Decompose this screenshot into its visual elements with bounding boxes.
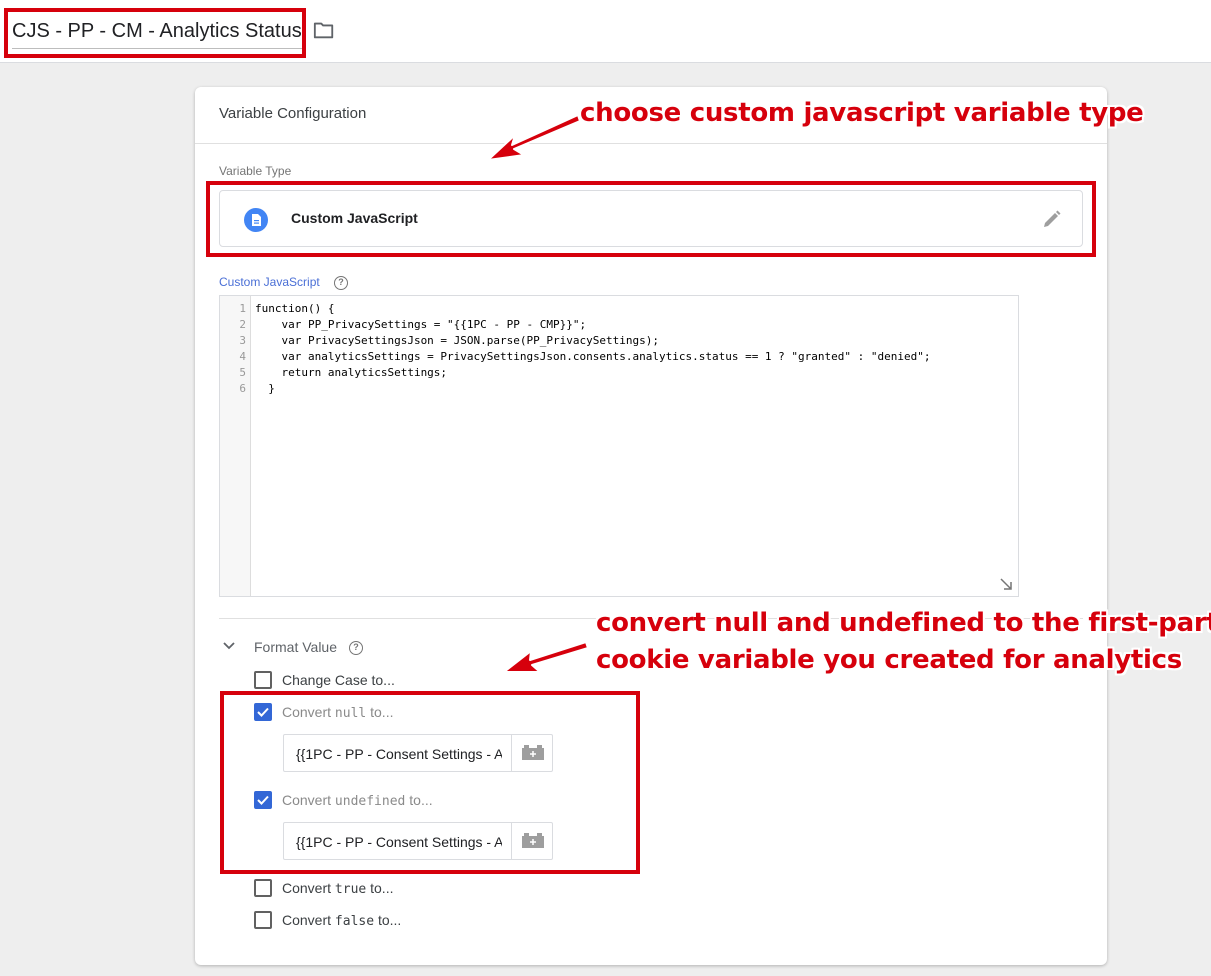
label-keyword: false (334, 914, 375, 929)
format-value-title[interactable]: Format Value (254, 639, 337, 655)
change-case-label[interactable]: Change Case to... (282, 672, 395, 688)
code-line: var PP_PrivacySettings = "{{1PC - PP - C… (255, 318, 587, 331)
help-icon[interactable]: ? (334, 276, 348, 290)
annotation-convert-line1: convert null and undefined to the first-… (596, 608, 1211, 638)
line-number: 4 (239, 350, 246, 363)
variable-type-label: Variable Type (219, 164, 292, 178)
code-line: var analyticsSettings = PrivacySettingsJ… (255, 350, 931, 363)
label-prefix: Convert (282, 912, 335, 928)
code-line: function() { (255, 302, 335, 315)
convert-false-checkbox[interactable] (254, 911, 272, 929)
code-line: return analyticsSettings; (255, 366, 448, 379)
label-keyword: true (334, 882, 367, 897)
label-suffix: to... (366, 880, 394, 896)
custom-javascript-label: Custom JavaScript (219, 275, 320, 289)
convert-false-label[interactable]: Convert false to... (282, 912, 401, 929)
line-number: 1 (239, 302, 246, 315)
line-number: 2 (239, 318, 246, 331)
code-editor[interactable]: 1 2 3 4 5 6 function() { var PP_PrivacyS… (219, 295, 1019, 597)
label-suffix: to... (374, 912, 402, 928)
line-number: 6 (239, 382, 246, 395)
convert-true-checkbox[interactable] (254, 879, 272, 897)
annotation-convert-line2: cookie variable you created for analytic… (596, 645, 1182, 675)
line-number: 3 (239, 334, 246, 347)
convert-options-highlight-box (220, 691, 640, 874)
chevron-down-icon[interactable] (223, 641, 235, 651)
convert-true-label[interactable]: Convert true to... (282, 880, 393, 897)
code-line: } (255, 382, 275, 395)
card-title: Variable Configuration (219, 105, 367, 122)
annotation-arrow-icon (487, 114, 581, 161)
change-case-checkbox[interactable] (254, 671, 272, 689)
annotation-choose-type: choose custom javascript variable type (580, 98, 1144, 128)
folder-icon[interactable] (313, 20, 335, 40)
variable-type-highlight-box (206, 181, 1096, 257)
title-highlight-box (4, 8, 306, 58)
help-icon[interactable]: ? (349, 641, 363, 655)
resize-handle-icon[interactable] (1000, 578, 1012, 590)
annotation-arrow-icon (503, 641, 589, 673)
code-line: var PrivacySettingsJson = JSON.parse(PP_… (255, 334, 659, 347)
line-number: 5 (239, 366, 246, 379)
label-prefix: Convert (282, 880, 335, 896)
